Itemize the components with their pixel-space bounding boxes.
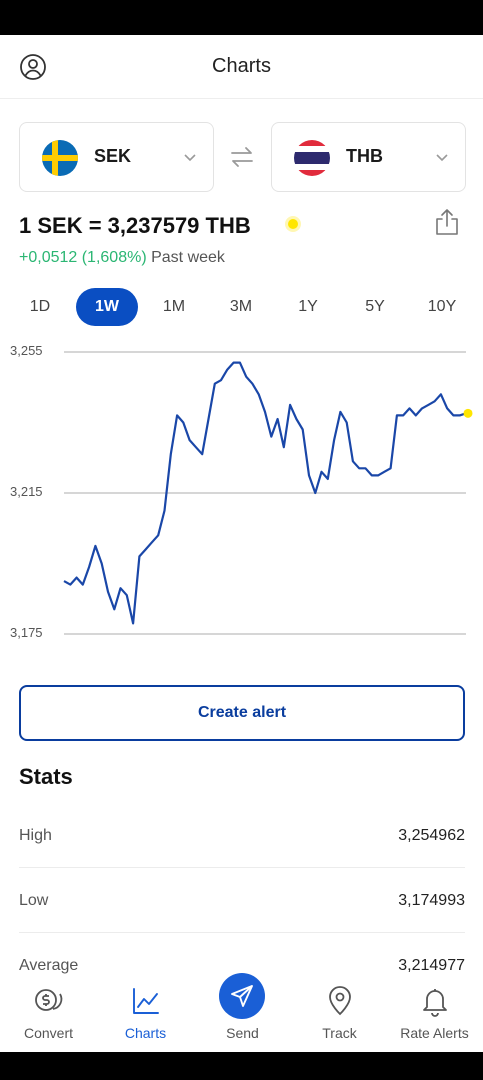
swap-icon[interactable] (229, 144, 255, 170)
period-tab-1y[interactable]: 1Y (277, 288, 339, 326)
chart-canvas (63, 351, 473, 635)
exchange-rate: 1 SEK = 3,237579 THB (19, 213, 251, 238)
nav-label: Rate Alerts (400, 1025, 469, 1041)
from-currency-code: SEK (94, 146, 132, 166)
nav-label: Charts (124, 1025, 167, 1041)
bell-icon (423, 989, 447, 1017)
nav-convert[interactable]: Convert (0, 977, 97, 1052)
charts-screen: Charts SEK THB 1 SEK = 3,237579 THB +0,0… (0, 35, 483, 1052)
period-tab-1d[interactable]: 1D (9, 288, 71, 326)
stat-label: High (19, 827, 52, 844)
rate-change-value: +0,0512 (1,608%) (19, 249, 147, 266)
nav-label: Convert (23, 1025, 74, 1041)
charts-icon (133, 988, 159, 1014)
period-tab-5y[interactable]: 5Y (344, 288, 406, 326)
last-point-marker (463, 408, 473, 418)
period-tab-1w[interactable]: 1W (76, 288, 138, 326)
nav-label: Track (322, 1025, 357, 1041)
nav-track[interactable]: Track (291, 977, 388, 1052)
top-bar: Charts (0, 35, 483, 99)
create-alert-button[interactable]: Create alert (19, 685, 465, 741)
to-currency-code: THB (346, 146, 383, 166)
send-button[interactable] (219, 973, 265, 1019)
y-tick-label: 3,255 (10, 343, 43, 358)
stat-row: Low 3,174993 (19, 868, 465, 933)
rate-change: +0,0512 (1,608%) Past week (19, 249, 225, 267)
from-currency-selector[interactable]: SEK (19, 122, 214, 192)
stat-label: Average (19, 957, 79, 974)
stat-value: 3,174993 (398, 892, 465, 909)
sweden-flag-icon (42, 140, 78, 176)
stat-label: Low (19, 892, 49, 909)
nav-charts[interactable]: Charts (97, 977, 194, 1052)
nav-label: Send (226, 1025, 259, 1041)
stats-title: Stats (19, 764, 73, 789)
rate-change-label: Past week (151, 249, 225, 266)
location-pin-icon (329, 986, 351, 1016)
convert-icon (35, 989, 63, 1011)
nav-send[interactable]: Send (194, 973, 291, 1052)
share-icon[interactable] (434, 207, 460, 237)
period-tab-1m[interactable]: 1M (143, 288, 205, 326)
period-tab-3m[interactable]: 3M (210, 288, 272, 326)
nav-rate-alerts[interactable]: Rate Alerts (386, 977, 483, 1052)
chevron-down-icon (436, 154, 448, 162)
live-indicator (288, 219, 298, 229)
thailand-flag-icon (294, 140, 330, 176)
y-tick-label: 3,215 (10, 484, 43, 499)
period-tab-10y[interactable]: 10Y (411, 288, 473, 326)
bottom-nav: Convert Charts Send Track Rate Alerts (0, 973, 483, 1052)
to-currency-selector[interactable]: THB (271, 122, 466, 192)
period-selector: 1D 1W 1M 3M 1Y 5Y 10Y (6, 288, 477, 326)
stat-value: 3,254962 (398, 827, 465, 844)
stat-value: 3,214977 (398, 957, 465, 974)
stat-row: High 3,254962 (19, 803, 465, 868)
rate-chart: 3,255 3,215 3,175 (0, 335, 483, 655)
page-title: Charts (212, 55, 271, 77)
y-tick-label: 3,175 (10, 625, 43, 640)
send-icon (231, 985, 253, 1007)
chevron-down-icon (184, 154, 196, 162)
